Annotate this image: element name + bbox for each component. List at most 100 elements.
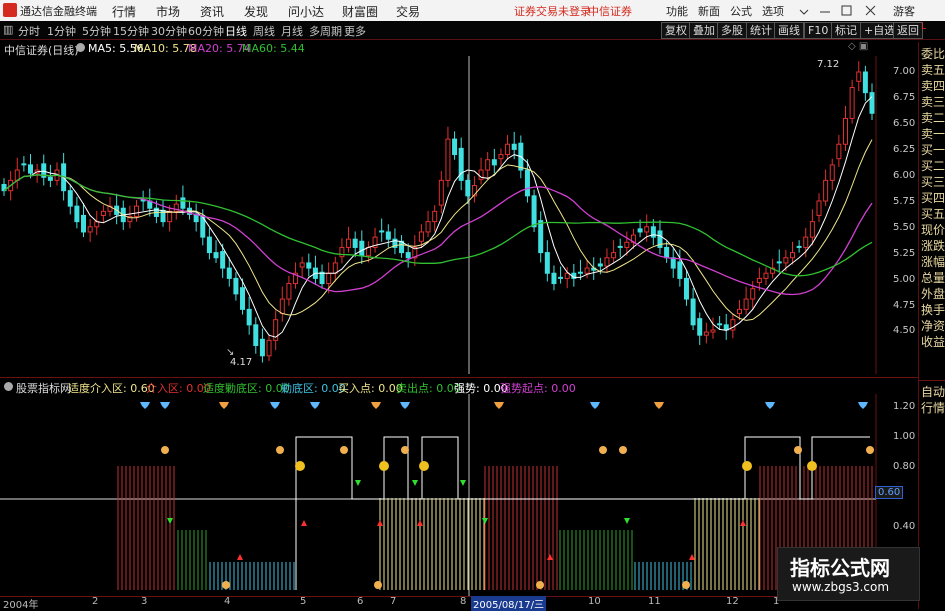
- login-notice[interactable]: 证券交易未登录: [514, 3, 591, 19]
- panel-buy2[interactable]: 买二: [920, 158, 945, 174]
- watermark-url: www.zbgs3.com: [792, 580, 890, 594]
- indicator-settings-icon[interactable]: [4, 382, 13, 391]
- tab-30min[interactable]: 30分钟: [151, 23, 187, 39]
- menu-xuanxiang[interactable]: 选项: [762, 3, 784, 19]
- candle: [87, 226, 93, 233]
- huaxian-button[interactable]: 画线: [774, 22, 804, 39]
- thumb-icon: [794, 446, 802, 454]
- panel-hangqing[interactable]: 行情: [920, 400, 945, 416]
- panel-zhangfu[interactable]: 涨幅: [920, 254, 945, 270]
- panel-waipan[interactable]: 外盘: [920, 286, 945, 302]
- menu-zixun[interactable]: 资讯: [200, 3, 224, 20]
- duogu-button[interactable]: 多股: [717, 22, 747, 39]
- candle: [743, 298, 749, 310]
- tab-15min[interactable]: 15分钟: [113, 23, 149, 39]
- panel-buy4[interactable]: 买四: [920, 190, 945, 206]
- candle: [750, 288, 756, 300]
- smiley-icon: [379, 461, 389, 471]
- tab-multi-period[interactable]: 多周期: [309, 23, 342, 39]
- biaoji-button[interactable]: 标记: [831, 22, 861, 39]
- price-tick: 6.50: [893, 118, 916, 129]
- panel-maiyi[interactable]: 卖一: [920, 126, 945, 142]
- menu-faxian[interactable]: 发现: [244, 3, 268, 20]
- candle: [683, 277, 689, 300]
- panel-buy3[interactable]: 买三: [920, 174, 945, 190]
- candle: [379, 230, 385, 233]
- thumb-icon: [161, 446, 169, 454]
- menu-gongneng[interactable]: 功能: [666, 3, 688, 19]
- candle: [736, 308, 742, 314]
- pane-divider: [0, 377, 918, 378]
- date-tick: 8: [460, 596, 467, 607]
- candle: [577, 271, 583, 274]
- candle: [246, 308, 252, 326]
- candle: [266, 339, 272, 357]
- pane-controls-icon[interactable]: ◇ ▣: [848, 41, 868, 52]
- tab-5min[interactable]: 5分钟: [82, 23, 111, 39]
- candle: [829, 164, 835, 181]
- thumb-icon: [340, 446, 348, 454]
- panel-jingzi[interactable]: 净资: [920, 318, 945, 334]
- buy-arrow-icon: [377, 520, 383, 526]
- tab-monthly[interactable]: 月线: [281, 23, 303, 39]
- hand-icon: [536, 581, 544, 589]
- tongji-button[interactable]: 统计: [746, 22, 776, 39]
- chart-icon[interactable]: ▥: [3, 23, 13, 36]
- date-tick: 6: [357, 596, 364, 607]
- fuquan-button[interactable]: 复权: [661, 22, 691, 39]
- buy-arrow-icon: [689, 554, 695, 560]
- low-price-label: 4.17: [230, 357, 253, 368]
- candle: [505, 143, 511, 156]
- menu-hangqing[interactable]: 行情: [112, 3, 136, 20]
- tab-daily[interactable]: 日线: [225, 23, 247, 39]
- tab-60min[interactable]: 60分钟: [188, 23, 224, 39]
- date-tick: 2: [92, 596, 99, 607]
- fanhui-button[interactable]: 返回: [893, 22, 923, 39]
- ma10-line: [3, 139, 873, 321]
- panel-shouyi[interactable]: 收益: [920, 334, 945, 350]
- thumb-icon: [619, 446, 627, 454]
- price-tick: 6.25: [893, 144, 916, 155]
- menu-xinmian[interactable]: 新面: [698, 3, 720, 19]
- panel-maisan[interactable]: 卖三: [920, 94, 945, 110]
- panel-maier[interactable]: 卖二: [920, 110, 945, 126]
- panel-zhangdie[interactable]: 涨跌: [920, 238, 945, 254]
- candle: [670, 257, 676, 269]
- panel-zongliang[interactable]: 总量: [920, 270, 945, 286]
- panel-buy5[interactable]: 买五: [920, 206, 945, 222]
- tab-more[interactable]: 更多: [344, 23, 366, 39]
- f10-button[interactable]: F10: [804, 22, 833, 39]
- candle: [710, 329, 716, 333]
- panel-buy1[interactable]: 买一: [920, 142, 945, 158]
- candle: [584, 267, 590, 274]
- indicator-tick: 0.80: [893, 461, 916, 472]
- menu-shichang[interactable]: 市场: [156, 3, 180, 20]
- panel-xianjia[interactable]: 现价: [920, 222, 945, 238]
- diamond-icon: [654, 402, 664, 409]
- tab-1min[interactable]: 1分钟: [47, 23, 76, 39]
- panel-weibi[interactable]: 委比: [920, 46, 945, 62]
- candle: [81, 214, 87, 233]
- diejia-button[interactable]: 叠加: [689, 22, 719, 39]
- period-toolbar: ▥ 分时 1分钟 5分钟 15分钟 30分钟 60分钟 日线 周线 月线 多周期…: [0, 21, 945, 40]
- tab-fenshi[interactable]: 分时: [18, 23, 40, 39]
- candle: [677, 261, 683, 279]
- menu-jiaoyi[interactable]: 交易: [396, 3, 420, 20]
- user-label[interactable]: 游客: [893, 3, 915, 19]
- menu-gongshi[interactable]: 公式: [730, 3, 752, 19]
- tab-weekly[interactable]: 周线: [253, 23, 275, 39]
- settings-dot-icon[interactable]: [76, 43, 85, 52]
- panel-maisi[interactable]: 卖四: [920, 78, 945, 94]
- price-tick: 6.00: [893, 170, 916, 181]
- panel-maiwu[interactable]: 卖五: [920, 62, 945, 78]
- candle: [94, 221, 100, 228]
- candle: [597, 263, 603, 267]
- panel-huanshou[interactable]: 换手: [920, 302, 945, 318]
- menu-wenxiaoda[interactable]: 问小达: [288, 3, 324, 20]
- price-chart[interactable]: [0, 56, 918, 374]
- candle: [485, 159, 491, 171]
- menu-caifuquan[interactable]: 财富圈: [342, 3, 378, 20]
- panel-zidong[interactable]: 自动: [920, 384, 945, 400]
- candle: [789, 252, 795, 259]
- indicator-current-value: 0.60: [875, 486, 904, 499]
